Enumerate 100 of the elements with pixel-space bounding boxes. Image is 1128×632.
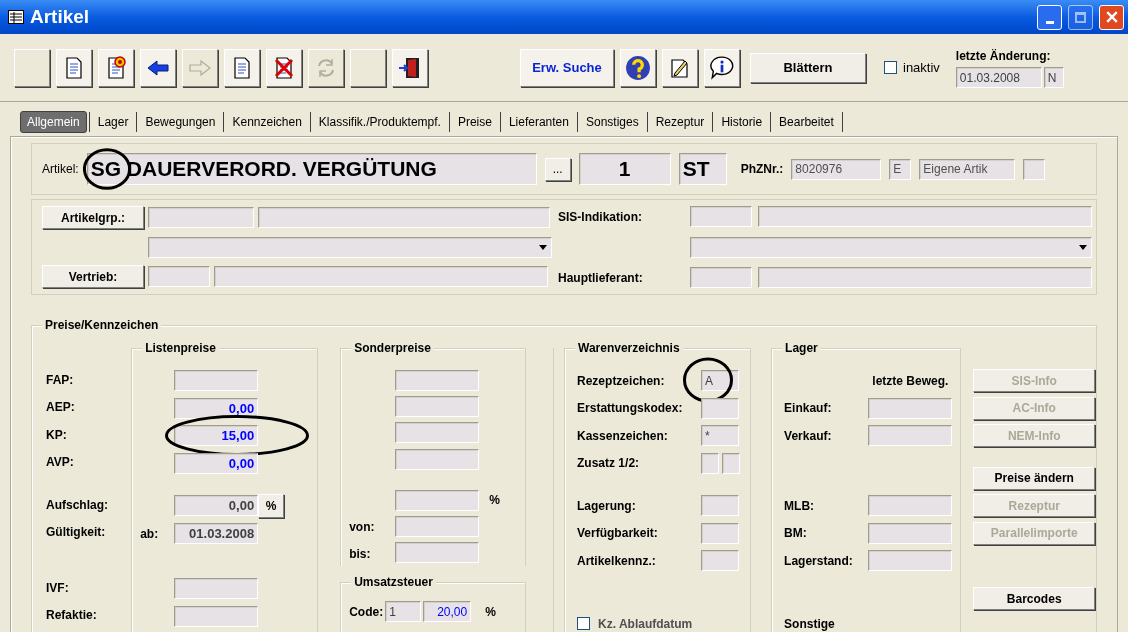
field-label: MLB: [784, 497, 816, 515]
input-field[interactable] [701, 550, 740, 572]
field-label: Sonstige [784, 615, 836, 632]
dropdown[interactable] [690, 236, 1092, 258]
exit-door-icon [398, 55, 422, 80]
input-field[interactable] [690, 267, 752, 288]
article-group-button[interactable]: Artikelgrp.: [42, 206, 144, 229]
input-field[interactable]: 01.03.2008 [174, 522, 259, 544]
input-field[interactable] [174, 370, 259, 392]
input-field[interactable] [395, 422, 480, 444]
toolbar-button[interactable] [704, 48, 740, 87]
field-label: SIS-Indikation: [558, 208, 643, 226]
input-field[interactable]: 0,00 [174, 452, 259, 474]
input-field[interactable] [174, 578, 259, 600]
field-label: Artikel: [42, 161, 79, 178]
input-field[interactable] [722, 452, 741, 474]
toolbar-button[interactable] [266, 48, 302, 87]
input-field[interactable]: 15,00 [174, 425, 259, 447]
input-field[interactable] [148, 207, 254, 228]
input-field[interactable]: 0,00 [174, 495, 259, 517]
flag-field[interactable]: N [1043, 67, 1064, 88]
input-field[interactable] [868, 522, 953, 544]
input-field[interactable] [758, 267, 1092, 288]
toolbar-button[interactable] [392, 48, 428, 87]
date-field[interactable]: 01.03.2008 [955, 67, 1042, 88]
tab[interactable]: Kennzeichen [226, 111, 308, 133]
action-button[interactable]: Preise ändern [973, 466, 1096, 490]
info-icon [709, 54, 735, 81]
tab[interactable]: Bearbeitet [773, 111, 840, 133]
field-label: Verfügbarkeit: [577, 525, 659, 543]
field-label: % [489, 492, 500, 510]
field-label: KP: [46, 426, 67, 444]
input-field[interactable] [395, 448, 480, 470]
group-title: Sonderpreise [351, 340, 434, 356]
toolbar-button[interactable] [224, 48, 260, 87]
input-field[interactable] [868, 397, 953, 419]
tab[interactable]: Klassifik./Produktempf. [312, 111, 447, 133]
tab[interactable]: Preise [451, 111, 498, 133]
browse-button[interactable]: Blättern [750, 52, 866, 83]
input-field[interactable]: 20,00 [423, 601, 472, 622]
dropdown-arrow-icon [539, 244, 547, 250]
checkbox-label: Kz. Ablaufdatum [598, 615, 693, 632]
flag-field[interactable]: E [889, 158, 912, 180]
tab[interactable]: Rezeptur [649, 111, 711, 133]
input-field[interactable] [395, 489, 480, 511]
quantity-field[interactable]: 1 [578, 153, 671, 185]
input-field[interactable] [395, 542, 480, 564]
input-field[interactable] [148, 266, 210, 287]
toolbar-button[interactable] [620, 48, 656, 87]
input-field[interactable] [395, 369, 480, 391]
input-field[interactable] [701, 495, 740, 517]
maximize-button[interactable] [1068, 4, 1093, 30]
input-field[interactable] [701, 452, 720, 474]
toolbar-button[interactable] [140, 48, 176, 87]
tab[interactable]: Lager [91, 111, 135, 133]
unit-field[interactable]: ST [678, 153, 727, 185]
checkbox-label: inaktiv [903, 58, 940, 77]
advanced-search-button[interactable]: Erw. Suche [520, 48, 614, 87]
toolbar-button[interactable] [98, 48, 134, 87]
input-field[interactable] [758, 206, 1092, 227]
field-label: Lagerstand: [784, 552, 854, 570]
input-field[interactable] [701, 397, 740, 419]
tab[interactable]: Lieferanten [502, 111, 575, 133]
input-field[interactable]: 1 [385, 601, 422, 622]
input-field[interactable] [395, 396, 480, 418]
input-field[interactable] [701, 522, 740, 544]
field-label: Einkauf: [784, 400, 833, 418]
input-field[interactable] [868, 550, 953, 572]
dropdown[interactable] [148, 236, 552, 258]
toolbar-button[interactable] [56, 48, 92, 87]
input-field[interactable]: A [701, 370, 740, 392]
field-label: Hauptlieferant: [558, 269, 644, 287]
more-button[interactable]: ... [544, 157, 571, 181]
input-field[interactable] [214, 266, 548, 287]
tab[interactable]: Historie [715, 111, 769, 133]
tab[interactable]: Bewegungen [139, 111, 222, 133]
checkbox[interactable] [577, 617, 591, 630]
input-field[interactable] [690, 206, 752, 227]
input-field[interactable] [868, 425, 953, 447]
sales-button[interactable]: Vertrieb: [42, 265, 144, 288]
tab[interactable]: Sonstiges [579, 111, 645, 133]
pzn-field[interactable]: 8020976 [791, 158, 882, 180]
input-field[interactable] [868, 495, 953, 517]
field-label: Zusatz 1/2: [577, 455, 641, 473]
field-label: AVP: [46, 454, 74, 472]
percent-button[interactable]: % [258, 493, 285, 518]
field-label: Erstattungskodex: [577, 400, 684, 418]
input-field[interactable] [174, 605, 259, 627]
input-field[interactable] [395, 515, 480, 537]
checkbox[interactable] [884, 61, 897, 74]
input-field[interactable]: 0,00 [174, 397, 259, 419]
close-button[interactable] [1099, 4, 1124, 30]
toolbar-button[interactable] [662, 48, 698, 87]
barcodes-button[interactable]: Barcodes [973, 587, 1096, 610]
tab[interactable]: Allgemein [20, 111, 87, 133]
minimize-button[interactable] [1037, 4, 1062, 30]
input-field[interactable]: * [701, 425, 740, 447]
input-field[interactable] [258, 207, 550, 228]
input-field[interactable] [1023, 158, 1046, 180]
origin-field[interactable]: Eigene Artik [919, 158, 1016, 180]
